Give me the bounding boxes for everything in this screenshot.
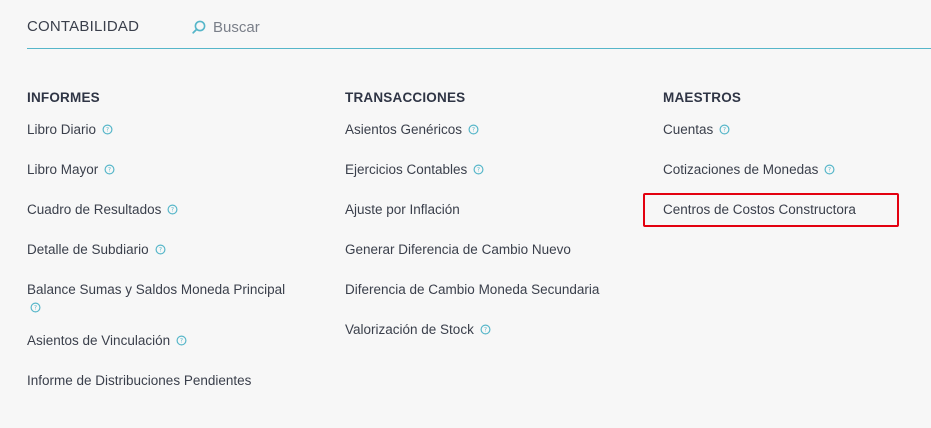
menu-item-generar-diferencia-de-cambio[interactable]: Generar Diferencia de Cambio Nuevo xyxy=(345,240,645,260)
transacciones-heading: TRANSACCIONES xyxy=(345,90,466,105)
help-icon[interactable]: ? xyxy=(155,244,166,255)
svg-text:?: ? xyxy=(106,127,109,134)
help-icon[interactable]: ? xyxy=(719,124,730,135)
menu-item-libro-diario[interactable]: Libro Diario? xyxy=(27,120,327,140)
menu-item-cuentas[interactable]: Cuentas? xyxy=(663,120,923,140)
menu-item-label: Diferencia de Cambio Moneda Secundaria xyxy=(345,282,600,297)
search-box[interactable] xyxy=(191,17,413,37)
help-icon[interactable]: ? xyxy=(824,164,835,175)
menu-item-label: Asientos de Vinculación xyxy=(27,333,171,348)
menu-item-libro-mayor[interactable]: Libro Mayor? xyxy=(27,160,327,180)
module-title: CONTABILIDAD xyxy=(27,18,140,35)
menu-item-ejercicios-contables[interactable]: Ejercicios Contables? xyxy=(345,160,645,180)
maestros-heading: MAESTROS xyxy=(663,90,742,105)
module-header: CONTABILIDAD xyxy=(27,0,931,49)
help-icon[interactable]: ? xyxy=(30,302,41,313)
svg-text:?: ? xyxy=(484,327,487,334)
menu-item-balance-sumas-y-saldos[interactable]: Balance Sumas y Saldos Moneda Principal? xyxy=(27,280,327,313)
menu-item-cotizaciones-de-monedas[interactable]: Cotizaciones de Monedas? xyxy=(663,160,923,180)
menu-item-label: Informe de Distribuciones Pendientes xyxy=(27,373,252,388)
help-icon[interactable]: ? xyxy=(176,335,187,346)
menu-item-label: Ajuste por Inflación xyxy=(345,202,460,217)
help-icon[interactable]: ? xyxy=(104,164,115,175)
menu-item-label: Generar Diferencia de Cambio Nuevo xyxy=(345,242,571,257)
svg-text:?: ? xyxy=(723,127,726,134)
svg-text:?: ? xyxy=(828,167,831,174)
menu-item-asientos-genericos[interactable]: Asientos Genéricos? xyxy=(345,120,645,140)
menu-item-label: Centros de Costos Constructora xyxy=(663,202,856,217)
svg-text:?: ? xyxy=(477,167,480,174)
menu-item-label: Cuentas xyxy=(663,122,714,137)
menu-item-label: Detalle de Subdiario xyxy=(27,242,149,257)
menu-item-detalle-de-subdiario[interactable]: Detalle de Subdiario? xyxy=(27,240,327,260)
maestros-column: MAESTROS Cuentas? Cotizaciones de Moneda… xyxy=(663,88,923,240)
menu-item-diferencia-de-cambio-secundaria[interactable]: Diferencia de Cambio Moneda Secundaria xyxy=(345,280,645,300)
svg-text:?: ? xyxy=(34,305,37,312)
svg-text:?: ? xyxy=(472,127,475,134)
transacciones-column: TRANSACCIONES Asientos Genéricos? Ejerci… xyxy=(345,88,645,360)
informes-column: INFORMES Libro Diario? Libro Mayor? Cuad… xyxy=(27,88,327,411)
svg-text:?: ? xyxy=(159,247,162,254)
help-icon[interactable]: ? xyxy=(167,204,178,215)
svg-text:?: ? xyxy=(171,207,174,214)
menu-item-label: Asientos Genéricos xyxy=(345,122,463,137)
menu-item-label: Cuadro de Resultados xyxy=(27,202,162,217)
help-icon[interactable]: ? xyxy=(473,164,484,175)
menu-item-label: Valorización de Stock xyxy=(345,322,474,337)
svg-text:?: ? xyxy=(108,167,111,174)
svg-text:?: ? xyxy=(180,338,183,345)
menu-item-label: Libro Diario xyxy=(27,122,97,137)
menu-item-centros-de-costos-constructora[interactable]: Centros de Costos Constructora xyxy=(663,200,923,220)
help-icon[interactable]: ? xyxy=(102,124,113,135)
search-icon xyxy=(191,19,207,35)
menu-item-label: Cotizaciones de Monedas xyxy=(663,162,819,177)
informes-heading: INFORMES xyxy=(27,90,100,105)
menu-item-label: Libro Mayor xyxy=(27,162,99,177)
menu-item-ajuste-por-inflacion[interactable]: Ajuste por Inflación xyxy=(345,200,645,220)
help-icon[interactable]: ? xyxy=(468,124,479,135)
search-input[interactable] xyxy=(213,18,413,36)
menu-item-cuadro-de-resultados[interactable]: Cuadro de Resultados? xyxy=(27,200,327,220)
menu-item-valorizacion-de-stock[interactable]: Valorización de Stock? xyxy=(345,320,645,340)
help-icon[interactable]: ? xyxy=(480,324,491,335)
menu-item-asientos-de-vinculacion[interactable]: Asientos de Vinculación? xyxy=(27,331,327,351)
menu-item-informe-distribuciones-pendientes[interactable]: Informe de Distribuciones Pendientes xyxy=(27,371,327,391)
menu-item-label: Balance Sumas y Saldos Moneda Principal xyxy=(27,282,286,297)
menu-item-label: Ejercicios Contables xyxy=(345,162,468,177)
